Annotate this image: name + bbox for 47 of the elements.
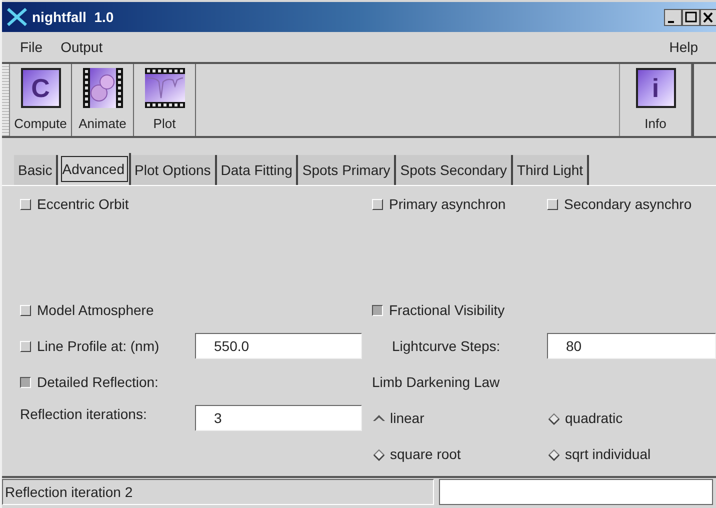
toolbar-button[interactable]: i Info: [620, 64, 692, 136]
toolbar-button[interactable]: C Compute: [10, 64, 72, 136]
letter-c-icon: C: [20, 68, 60, 108]
radio-label: quadratic: [565, 408, 623, 428]
tab[interactable]: Basic: [14, 155, 58, 185]
tab[interactable]: Plot Options: [130, 155, 217, 185]
menu-item[interactable]: Output: [60, 36, 103, 58]
window-title: nightfall 1.0: [32, 8, 114, 27]
radio-button[interactable]: [547, 411, 561, 425]
checkbox[interactable]: [20, 376, 31, 388]
checkbox[interactable]: [372, 304, 383, 316]
checkbox-label: Model Atmosphere: [37, 300, 154, 320]
tab[interactable]: Spots Primary: [298, 155, 396, 185]
text-field[interactable]: 550.0: [195, 333, 362, 359]
field-label: Line Profile at: (nm): [37, 336, 160, 356]
toolbar-grip[interactable]: [2, 64, 10, 136]
status-message: Reflection iteration 2: [2, 479, 434, 505]
tab[interactable]: Advanced: [58, 153, 131, 185]
checkbox-label: Primary asynchron: [389, 194, 506, 214]
checkbox-label: Secondary asynchro: [564, 194, 692, 214]
radio-label: square root: [390, 444, 461, 464]
x-logo-icon: [6, 8, 28, 26]
menu-item[interactable]: Help: [669, 36, 698, 58]
radio-button[interactable]: [372, 447, 386, 461]
checkbox-label: Eccentric Orbit: [37, 194, 129, 214]
radio-label: linear: [390, 408, 424, 428]
tab[interactable]: Spots Secondary: [396, 155, 513, 185]
toolbar-button[interactable]: Plot: [134, 64, 196, 136]
plot-film-icon: [144, 68, 184, 108]
text-field[interactable]: 80: [547, 333, 716, 359]
field-label: Reflection iterations:: [20, 405, 147, 424]
close-icon[interactable]: [700, 8, 716, 26]
checkbox-label: Detailed Reflection:: [37, 372, 158, 392]
maximize-icon[interactable]: [682, 8, 700, 26]
text-field[interactable]: 3: [195, 405, 362, 431]
info-icon: i: [636, 68, 676, 108]
menu-item[interactable]: File: [20, 36, 43, 58]
tab[interactable]: Data Fitting: [216, 155, 298, 185]
field-label: Lightcurve Steps:: [392, 336, 500, 356]
film-strip-icon: [82, 68, 122, 108]
section-label: Limb Darkening Law: [372, 372, 501, 392]
radio-button[interactable]: [547, 447, 561, 461]
tab[interactable]: Third Light: [512, 155, 590, 185]
checkbox-label: Fractional Visibility: [389, 300, 505, 320]
radio-label: sqrt individual: [565, 444, 651, 464]
minimize-icon[interactable]: [664, 8, 682, 26]
toolbar-button[interactable]: Animate: [72, 64, 134, 136]
